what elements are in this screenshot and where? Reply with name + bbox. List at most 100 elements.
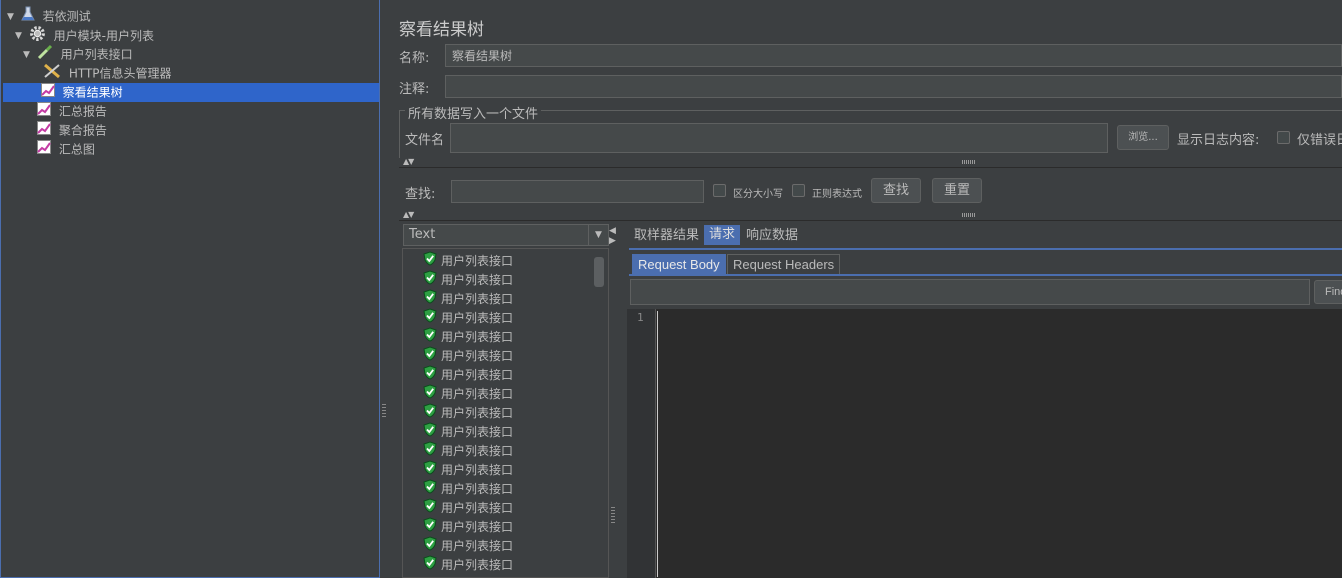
graph-icon	[37, 102, 51, 122]
success-shield-icon	[423, 498, 437, 519]
tree-item-summary-graph[interactable]: 汇总图	[37, 140, 95, 159]
splitter-grip[interactable]	[382, 404, 386, 418]
list-item-label: 用户列表接口	[441, 444, 514, 458]
list-item[interactable]: 用户列表接口	[423, 327, 513, 346]
list-item[interactable]: 用户列表接口	[423, 479, 513, 498]
line-gutter: 1	[627, 309, 656, 578]
collapse-arrows[interactable]: ◀ ▶	[609, 226, 617, 246]
list-item-label: 用户列表接口	[441, 368, 514, 382]
list-item[interactable]: 用户列表接口	[423, 251, 513, 270]
success-shield-icon	[423, 327, 437, 348]
divider	[399, 167, 1342, 168]
case-sensitive-label: 区分大小写	[733, 189, 783, 200]
success-shield-icon	[423, 460, 437, 481]
tree-item-view-results-tree[interactable]: 察看结果树	[3, 83, 379, 102]
collapse-arrows[interactable]: ▲▼	[403, 157, 414, 166]
tree-item-label: 汇总图	[58, 142, 95, 157]
find-button[interactable]: 查找	[871, 178, 921, 203]
panel-splitter[interactable]	[380, 0, 389, 578]
list-item[interactable]: 用户列表接口	[423, 289, 513, 308]
list-item-label: 用户列表接口	[441, 254, 514, 268]
chevron-down-icon[interactable]: ▼	[588, 225, 608, 245]
search-label: 查找:	[405, 187, 436, 202]
success-shield-icon	[423, 346, 437, 367]
file-group-title: 所有数据写入一个文件	[405, 103, 542, 122]
tree-item-label: 察看结果树	[62, 85, 123, 100]
list-item[interactable]: 用户列表接口	[423, 498, 513, 517]
tree-item-aggregate-report[interactable]: 聚合报告	[37, 121, 107, 140]
list-item-label: 用户列表接口	[441, 463, 514, 477]
list-item[interactable]: 用户列表接口	[423, 403, 513, 422]
list-item-label: 用户列表接口	[441, 558, 514, 572]
list-item-label: 用户列表接口	[441, 425, 514, 439]
errors-only-checkbox[interactable]	[1277, 131, 1290, 144]
success-shield-icon	[423, 308, 437, 329]
result-list[interactable]: 用户列表接口 用户列表接口 用户列表接口 用户列表接口 用户列表接口 用户列表接口 用户列表…	[402, 248, 609, 578]
reset-button[interactable]: 重置	[932, 178, 982, 203]
list-item[interactable]: 用户列表接口	[423, 270, 513, 289]
tab-sampler-result[interactable]: 取样器结果	[629, 226, 704, 246]
tab-underline	[629, 248, 1342, 250]
list-item[interactable]: 用户列表接口	[423, 308, 513, 327]
page-title: 察看结果树	[399, 20, 484, 40]
success-shield-icon	[423, 441, 437, 462]
collapse-arrows[interactable]: ▲▼	[403, 210, 414, 219]
body-search-input[interactable]	[630, 279, 1310, 305]
success-shield-icon	[423, 536, 437, 557]
list-item[interactable]: 用户列表接口	[423, 460, 513, 479]
list-item[interactable]: 用户列表接口	[423, 365, 513, 384]
renderer-select[interactable]: Text ▼	[403, 224, 609, 246]
graph-icon	[37, 140, 51, 160]
tree-item-summary-report[interactable]: 汇总报告	[37, 102, 107, 121]
editor-find-button[interactable]: Find	[1314, 280, 1342, 304]
list-item[interactable]: 用户列表接口	[423, 555, 513, 574]
tree-item-test-plan[interactable]: ▼ 若依测试	[7, 6, 91, 25]
list-item-label: 用户列表接口	[441, 406, 514, 420]
tab-request-body[interactable]: Request Body	[632, 254, 726, 274]
list-item[interactable]: 用户列表接口	[423, 536, 513, 555]
success-shield-icon	[423, 403, 437, 424]
success-shield-icon	[423, 479, 437, 500]
tree-toggle[interactable]: ▼	[23, 46, 33, 65]
filename-label: 文件名	[405, 133, 445, 148]
tree-toggle[interactable]: ▼	[7, 8, 17, 27]
divider-grip[interactable]	[962, 160, 976, 164]
tree-item-sampler[interactable]: ▼ 用户列表接口	[23, 44, 133, 63]
list-item[interactable]: 用户列表接口	[423, 384, 513, 403]
regex-checkbox[interactable]	[792, 184, 805, 197]
log-content-label: 显示日志内容:	[1177, 133, 1260, 148]
graph-icon	[37, 121, 51, 141]
list-item[interactable]: 用户列表接口	[423, 517, 513, 536]
divider	[399, 220, 1342, 221]
success-shield-icon	[423, 422, 437, 443]
renderer-value: Text	[409, 227, 436, 242]
tab-request[interactable]: 请求	[704, 225, 741, 245]
tree-item-header-manager[interactable]: HTTP信息头管理器	[43, 63, 172, 82]
list-item[interactable]: 用户列表接口	[423, 441, 513, 460]
filename-field[interactable]	[450, 123, 1108, 153]
tree-item-label: 汇总报告	[58, 104, 107, 119]
browse-button[interactable]: 浏览...	[1117, 125, 1169, 150]
success-shield-icon	[423, 555, 437, 576]
tree-item-label: 若依测试	[42, 9, 91, 24]
list-item-label: 用户列表接口	[441, 330, 514, 344]
regex-label: 正则表达式	[812, 189, 862, 200]
list-item-label: 用户列表接口	[441, 501, 514, 515]
graph-icon	[40, 83, 55, 103]
name-field[interactable]	[445, 44, 1342, 67]
list-item-label: 用户列表接口	[441, 273, 514, 287]
list-item[interactable]: 用户列表接口	[423, 422, 513, 441]
splitter-grip[interactable]	[611, 507, 615, 523]
request-body-editor[interactable]: 1	[627, 309, 1342, 578]
search-input[interactable]	[451, 180, 704, 203]
comment-field[interactable]	[445, 75, 1342, 98]
tree-item-label: 聚合报告	[58, 123, 107, 138]
success-shield-icon	[423, 270, 437, 291]
case-sensitive-checkbox[interactable]	[713, 184, 726, 197]
divider-grip[interactable]	[962, 213, 976, 217]
tab-request-headers[interactable]: Request Headers	[727, 254, 841, 274]
list-scrollbar[interactable]	[594, 257, 604, 287]
list-item[interactable]: 用户列表接口	[423, 346, 513, 365]
tree-item-thread-group[interactable]: ▼ 用户模块-用户列表	[15, 25, 154, 44]
tab-response-data[interactable]: 响应数据	[741, 226, 803, 246]
